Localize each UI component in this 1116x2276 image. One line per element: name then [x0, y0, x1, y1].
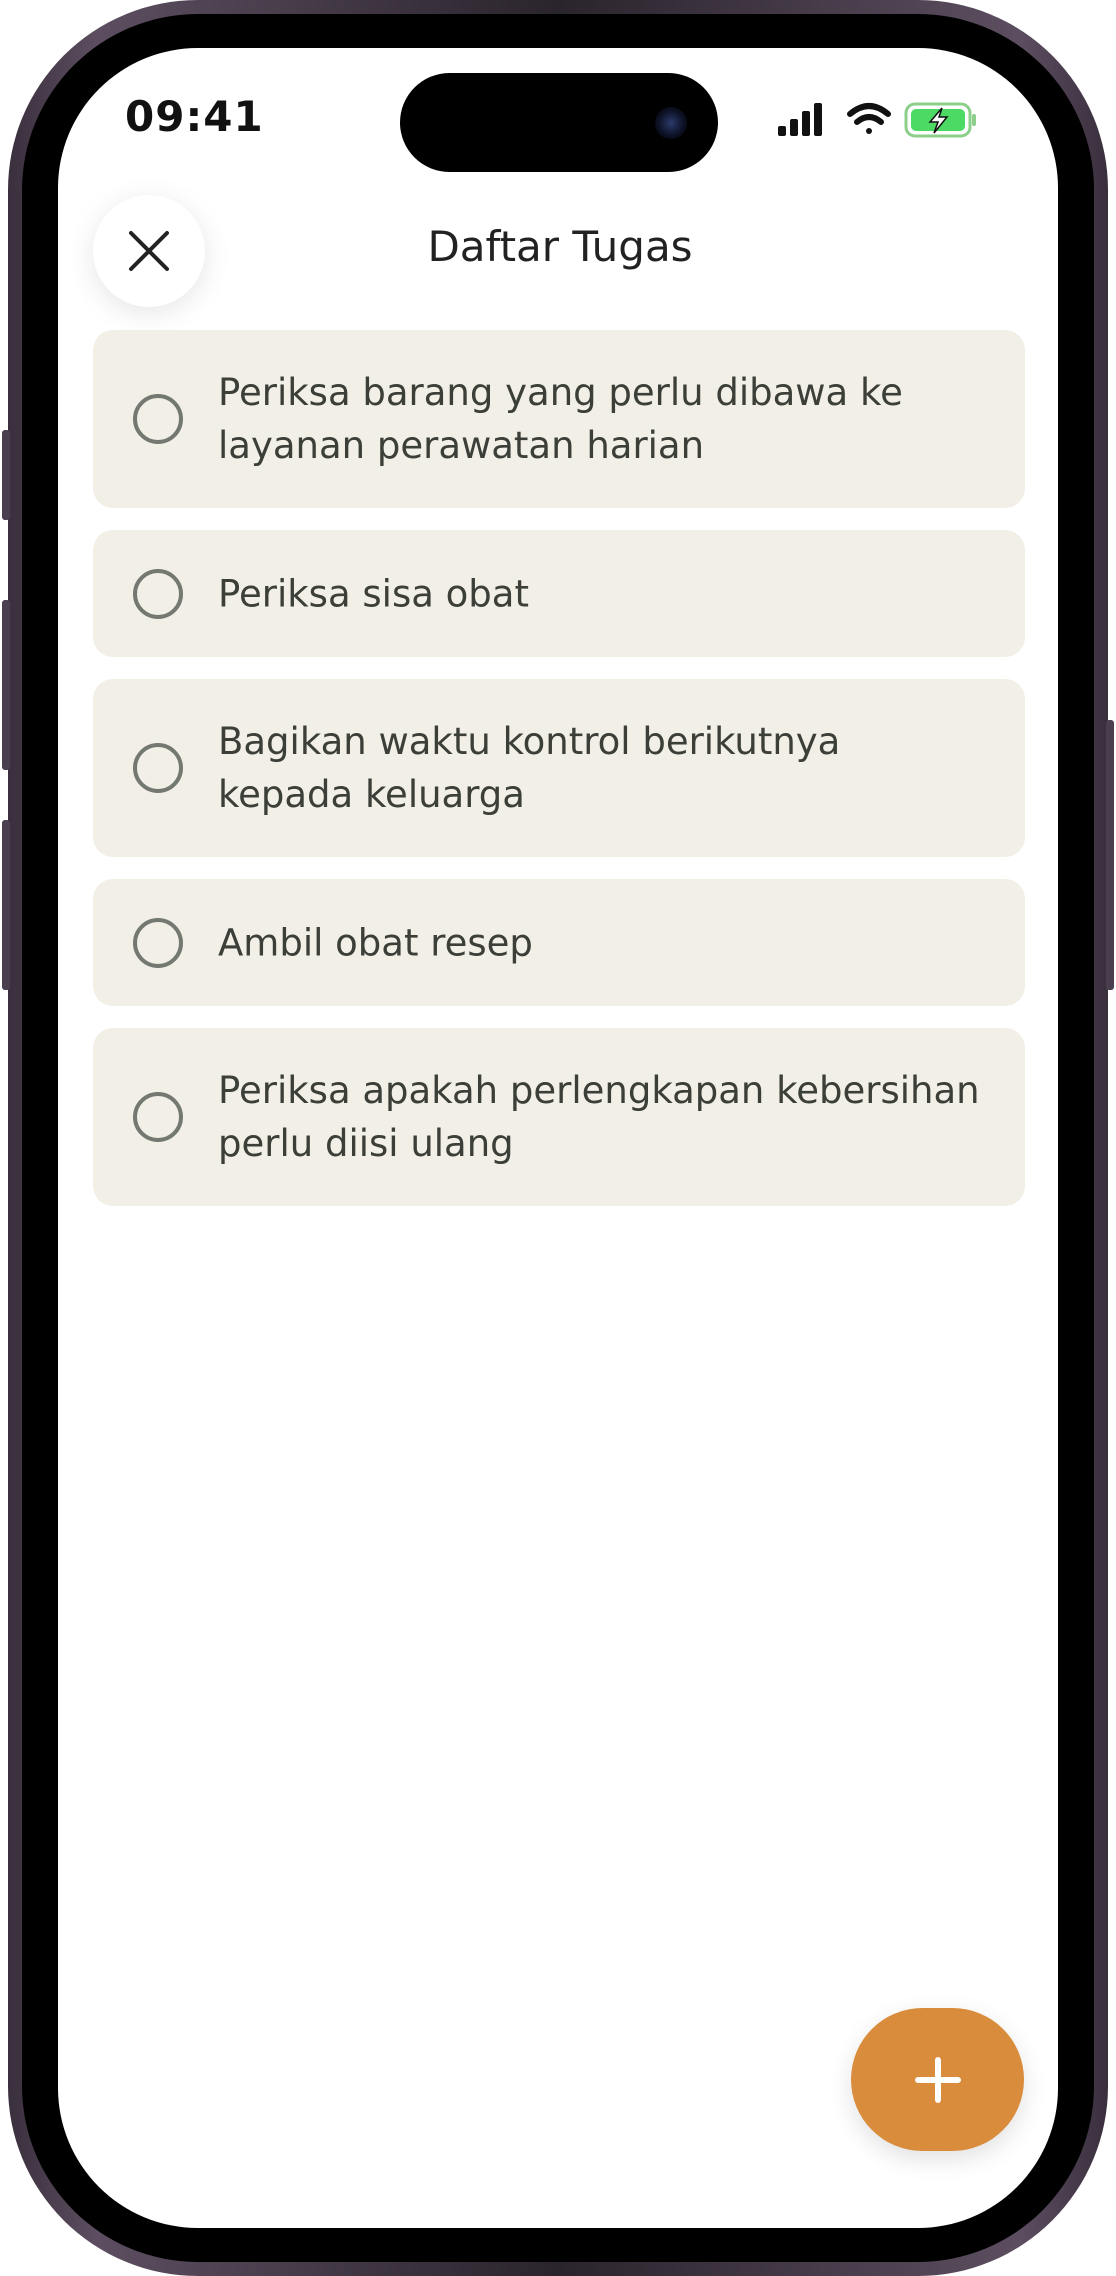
signal-icon	[778, 103, 822, 136]
task-item[interactable]: Ambil obat resep	[93, 879, 1025, 1006]
status-time: 09:41	[125, 92, 264, 141]
dynamic-island	[400, 73, 718, 172]
task-label: Periksa sisa obat	[218, 572, 529, 615]
task-item[interactable]: Bagikan waktu kontrol berikutnya kepada …	[93, 679, 1025, 857]
task-checkbox[interactable]	[133, 917, 183, 968]
task-checkbox[interactable]	[133, 1092, 183, 1142]
front-camera	[655, 107, 687, 139]
task-checkbox[interactable]	[133, 568, 183, 619]
task-item[interactable]: Periksa apakah perlengkapan kebersihan p…	[93, 1028, 1025, 1206]
task-label: Bagikan waktu kontrol berikutnya kepada …	[218, 720, 841, 816]
add-task-button[interactable]	[851, 2008, 1024, 2151]
status-icons	[778, 100, 978, 140]
task-label: Ambil obat resep	[218, 921, 533, 964]
task-list: Periksa barang yang perlu dibawa ke laya…	[93, 330, 1025, 1228]
task-label: Periksa barang yang perlu dibawa ke laya…	[218, 371, 903, 467]
task-checkbox[interactable]	[133, 743, 183, 793]
task-item[interactable]: Periksa barang yang perlu dibawa ke laya…	[93, 330, 1025, 508]
plus-icon	[914, 2056, 961, 2103]
page-title: Daftar Tugas	[427, 222, 693, 271]
task-checkbox[interactable]	[133, 394, 183, 444]
close-icon	[129, 231, 169, 271]
task-label: Periksa apakah perlengkapan kebersihan p…	[218, 1069, 980, 1165]
wifi-icon	[847, 103, 891, 134]
battery-charging-icon	[904, 102, 976, 138]
close-button[interactable]	[93, 195, 205, 307]
task-item[interactable]: Periksa sisa obat	[93, 530, 1025, 657]
